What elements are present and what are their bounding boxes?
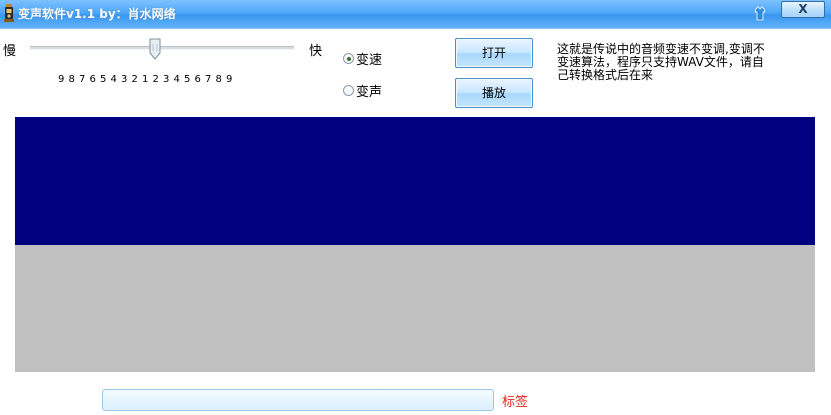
radio-label: 变声 [356, 85, 383, 100]
tick-label: 9 [226, 74, 233, 85]
tick-label: 6 [89, 74, 96, 85]
radio-speed-change[interactable]: 变速 [343, 49, 382, 68]
slider-tick-labels: 98765432123456789 [58, 74, 258, 85]
tick-label: 8 [215, 74, 222, 85]
tick-label: 6 [194, 74, 201, 85]
tick-label: 2 [152, 74, 159, 85]
play-button[interactable]: 播放 [455, 78, 533, 108]
main-window: 变声软件v1.1 by：肖水网络 X 慢 快 98765432123456789… [0, 0, 831, 415]
tick-label: 4 [110, 74, 117, 85]
tick-label: 7 [205, 74, 212, 85]
tick-label: 5 [184, 74, 191, 85]
radio-unchecked-icon[interactable] [343, 85, 354, 96]
radio-checked-icon[interactable] [343, 53, 354, 64]
fast-label: 快 [309, 44, 323, 59]
close-button[interactable]: X [781, 1, 825, 18]
tick-label: 1 [142, 74, 149, 85]
app-icon [4, 4, 14, 22]
window-title: 变声软件v1.1 by：肖水网络 [18, 7, 176, 21]
skin-icon[interactable] [752, 6, 768, 22]
radio-label: 变速 [356, 53, 383, 68]
tick-label: 2 [131, 74, 138, 85]
tick-label: 7 [79, 74, 86, 85]
open-button[interactable]: 打开 [455, 38, 533, 68]
radio-voice-change[interactable]: 变声 [343, 81, 382, 100]
tick-label: 3 [163, 74, 170, 85]
tick-label: 5 [100, 74, 107, 85]
progress-bar [102, 389, 494, 411]
tick-label: 8 [68, 74, 75, 85]
slow-label: 慢 [3, 44, 17, 59]
tick-label: 3 [121, 74, 128, 85]
tick-label: 4 [173, 74, 180, 85]
title-bar[interactable]: 变声软件v1.1 by：肖水网络 X [0, 0, 831, 29]
speed-slider-thumb[interactable] [149, 38, 161, 60]
status-label: 标签 [502, 395, 529, 410]
speed-slider-track[interactable] [30, 46, 294, 50]
close-icon: X [798, 2, 808, 16]
waveform-bottom-panel [15, 245, 815, 372]
waveform-top-panel [15, 117, 815, 245]
tick-label: 9 [58, 74, 65, 85]
description-text: 这就是传说中的音频变速不变调,变调不变速算法，程序只支持WAV文件，请自己转换格… [557, 42, 765, 82]
